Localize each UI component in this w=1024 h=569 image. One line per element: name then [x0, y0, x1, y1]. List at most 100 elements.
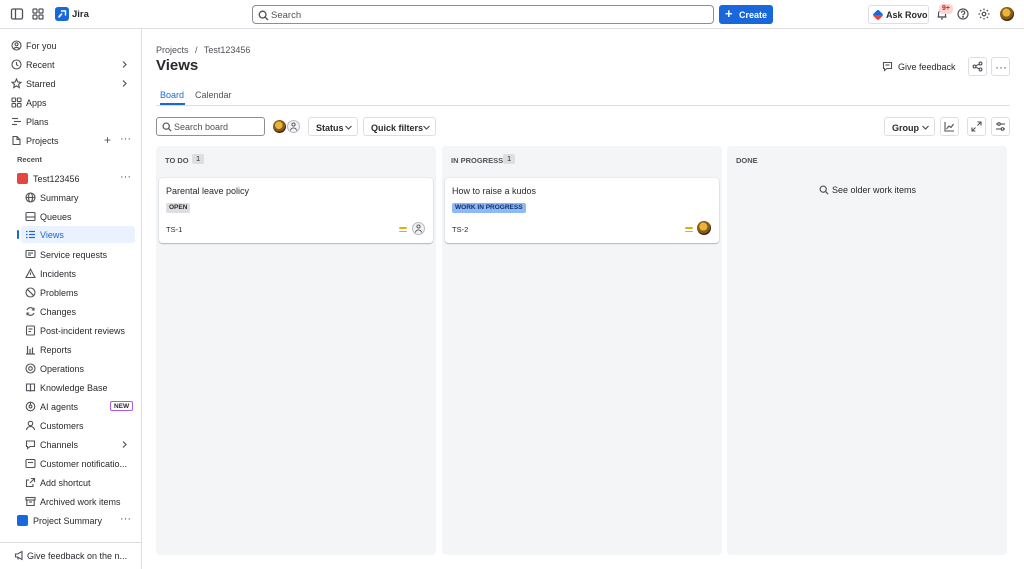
share-button[interactable]	[968, 57, 987, 76]
more-options-icon[interactable]: ···	[120, 171, 131, 183]
breadcrumb-project[interactable]: Test123456	[204, 45, 251, 55]
sidebar-item-customer-notifications[interactable]: Customer notificatio...	[21, 455, 136, 472]
sidebar-item-views[interactable]: Views	[17, 226, 135, 243]
notifications-badge: 9+	[939, 4, 953, 14]
sidebar-item-label: Service requests	[40, 250, 108, 260]
group-button[interactable]: Group	[884, 117, 935, 136]
help-icon[interactable]	[956, 7, 970, 21]
search-board-field[interactable]	[156, 117, 265, 136]
work-item-card[interactable]: How to raise a kudos WORK IN PROGRESS TS…	[445, 178, 719, 243]
sidebar-item-changes[interactable]: Changes	[21, 303, 136, 320]
sidebar-item-channels[interactable]: Channels	[21, 436, 136, 453]
sidebar-item-label: Reports	[40, 345, 72, 355]
global-search-placeholder: Search	[271, 10, 302, 21]
sidebar-item-apps[interactable]: Apps	[6, 94, 136, 111]
plans-icon	[11, 116, 22, 127]
breadcrumb-projects[interactable]: Projects	[156, 45, 189, 55]
unassigned-avatar[interactable]	[412, 222, 425, 235]
archive-icon	[25, 496, 36, 507]
chevron-right-icon[interactable]	[120, 79, 129, 88]
jira-logo-icon[interactable]	[55, 7, 69, 21]
chart-icon	[25, 344, 36, 355]
board-column-done: DONE See older work items	[727, 146, 1007, 555]
chevron-down-icon	[422, 123, 431, 132]
card-key[interactable]: TS-2	[452, 225, 468, 234]
apps-grid-icon	[11, 97, 22, 108]
sidebar-item-plans[interactable]: Plans	[6, 113, 136, 130]
chevron-right-icon[interactable]	[120, 440, 129, 449]
more-options-icon[interactable]: ···	[120, 133, 131, 145]
sidebar-item-add-shortcut[interactable]: Add shortcut	[21, 474, 136, 491]
fullscreen-button[interactable]	[967, 117, 986, 136]
customers-icon	[25, 420, 36, 431]
sidebar-item-projects[interactable]: Projects + ···	[6, 132, 136, 149]
tab-calendar[interactable]: Calendar	[195, 90, 232, 100]
sidebar-project-test123456[interactable]: Test123456 ···	[13, 170, 136, 187]
status-lozenge: WORK IN PROGRESS	[452, 203, 526, 213]
sidebar-item-starred[interactable]: Starred	[6, 75, 136, 92]
sidebar-item-label: Summary	[40, 193, 79, 203]
sidebar-item-recent[interactable]: Recent	[6, 56, 136, 73]
board-column-todo: TO DO 1 Parental leave policy OPEN TS-1	[156, 146, 436, 555]
view-settings-button[interactable]	[991, 117, 1010, 136]
quick-filters-button[interactable]: Quick filters	[363, 117, 436, 136]
sidebar-item-customers[interactable]: Customers	[21, 417, 136, 434]
sidebar-project-project-summary[interactable]: Project Summary ···	[13, 512, 136, 529]
sidebar-item-label: AI agents	[40, 402, 79, 412]
more-options-icon[interactable]: ···	[120, 513, 131, 525]
tab-active-indicator	[160, 103, 185, 105]
sidebar-item-problems[interactable]: Problems	[21, 284, 136, 301]
sidebar-item-label: Archived work items	[40, 497, 121, 507]
chevron-right-icon[interactable]	[120, 60, 129, 69]
search-icon	[819, 185, 829, 195]
page-title: Views	[156, 57, 199, 74]
search-icon	[258, 10, 269, 21]
priority-medium-icon	[685, 226, 693, 233]
sidebar-item-label: Plans	[26, 117, 49, 127]
more-actions-button[interactable]: ···	[991, 57, 1010, 76]
sidebar-item-operations[interactable]: Operations	[21, 360, 136, 377]
app-name[interactable]: Jira	[72, 9, 89, 20]
group-label: Group	[892, 123, 919, 133]
column-title: IN PROGRESS	[451, 156, 504, 165]
ask-rovo-button[interactable]: Ask Rovo	[868, 5, 929, 24]
view-tabs: Board Calendar	[156, 88, 1010, 106]
ask-rovo-label: Ask Rovo	[886, 10, 928, 20]
assignee-avatar[interactable]	[697, 221, 711, 235]
card-key[interactable]: TS-1	[166, 225, 182, 234]
sidebar-item-summary[interactable]: Summary	[21, 189, 136, 206]
sidebar-item-incidents[interactable]: Incidents	[21, 265, 136, 282]
sidebar-item-label: Queues	[40, 212, 72, 222]
rovo-icon	[872, 9, 884, 21]
sidebar-item-for-you[interactable]: For you	[6, 37, 136, 54]
work-item-card[interactable]: Parental leave policy OPEN TS-1	[159, 178, 433, 243]
gear-icon[interactable]	[977, 7, 991, 21]
sidebar-item-post-incident-reviews[interactable]: Post-incident reviews	[21, 322, 136, 339]
sidebar-item-reports[interactable]: Reports	[21, 341, 136, 358]
sidebar: For you Recent Starred Apps Plans Projec…	[0, 29, 142, 569]
projects-icon	[11, 135, 22, 146]
insights-button[interactable]	[940, 117, 959, 136]
sidebar-toggle-icon[interactable]	[10, 7, 24, 21]
add-project-icon[interactable]: +	[104, 133, 111, 147]
sidebar-item-service-requests[interactable]: Service requests	[21, 246, 136, 263]
sidebar-item-queues[interactable]: Queues	[21, 208, 136, 225]
search-board-input[interactable]	[174, 121, 262, 133]
card-summary: Parental leave policy	[166, 186, 250, 196]
tab-board[interactable]: Board	[160, 90, 184, 100]
sidebar-item-ai-agents[interactable]: AI agents NEW	[21, 398, 136, 415]
create-button[interactable]: + Create	[719, 5, 773, 24]
plus-icon: +	[725, 6, 733, 21]
app-switcher-icon[interactable]	[31, 7, 45, 21]
global-search-input[interactable]: Search	[252, 5, 714, 24]
user-avatar[interactable]	[1000, 7, 1014, 21]
assignee-filter-avatar[interactable]	[273, 120, 286, 133]
give-feedback-new-nav-button[interactable]: Give feedback on the n...	[0, 542, 141, 569]
unassigned-filter-avatar[interactable]	[287, 120, 300, 133]
active-indicator	[17, 230, 19, 239]
sidebar-item-label: Add shortcut	[40, 478, 91, 488]
sidebar-item-archived-work-items[interactable]: Archived work items	[21, 493, 136, 510]
status-filter-button[interactable]: Status	[308, 117, 358, 136]
globe-icon	[25, 192, 36, 203]
sidebar-item-knowledge-base[interactable]: Knowledge Base	[21, 379, 136, 396]
